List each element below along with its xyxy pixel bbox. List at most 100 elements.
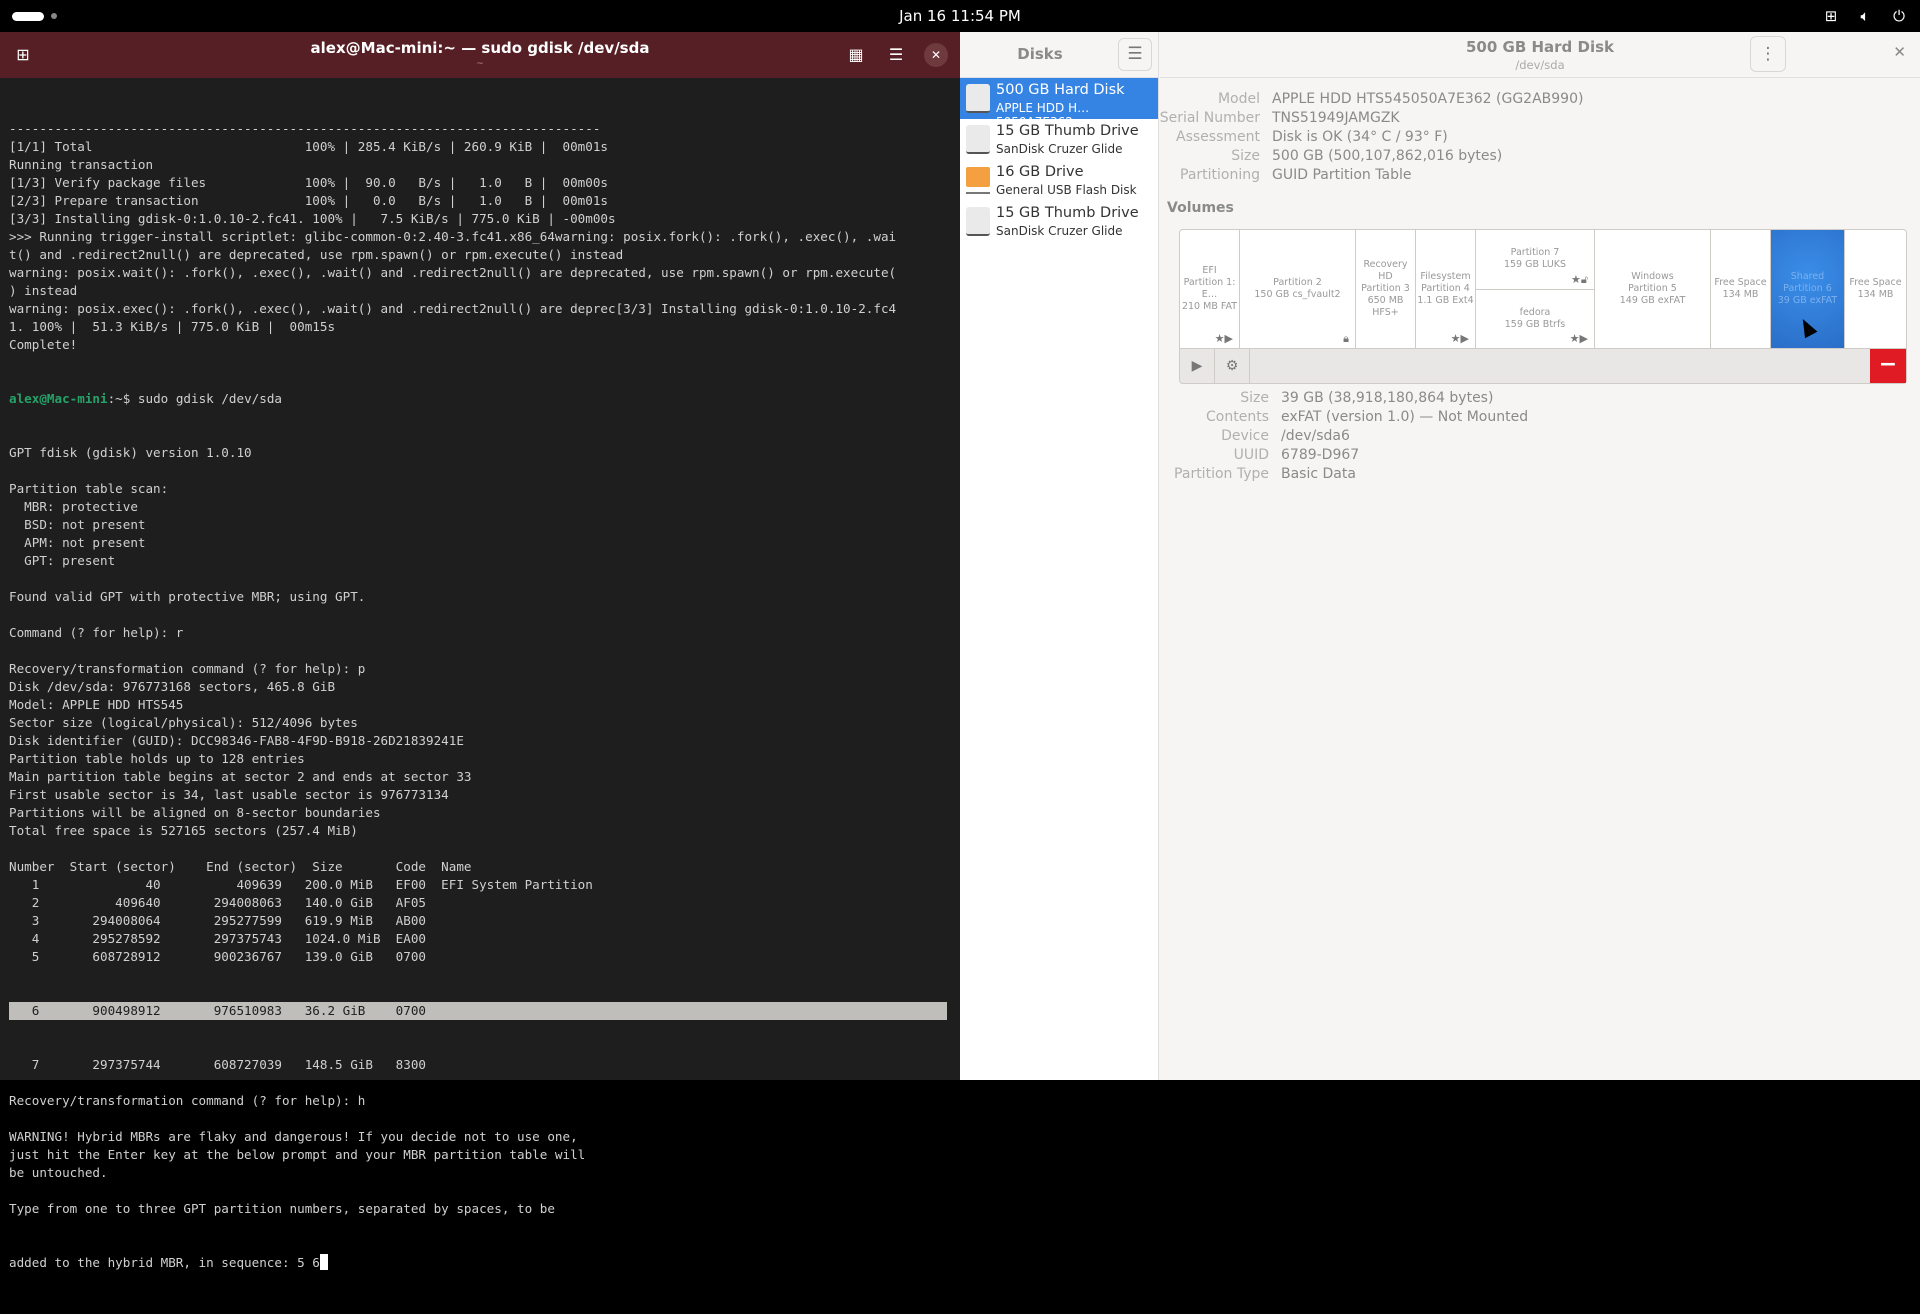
volume-partition-3[interactable]: Recovery HD Partition 3 650 MB HFS+ (1356, 230, 1416, 348)
volume-label-line: Free Space (1714, 277, 1767, 288)
clock[interactable]: Jan 16 11:54 PM (0, 0, 1920, 32)
terminal-line: Sector size (logical/physical): 512/4096… (9, 715, 358, 730)
info-value: Basic Data (1281, 466, 1356, 482)
terminal-line: 7 297375744 608727039 148.5 GiB 8300 (9, 1057, 442, 1072)
menu-icon[interactable]: ☰ (882, 41, 910, 69)
drive-item[interactable]: 15 GB Thumb Drive SanDisk Cruzer Glide (960, 119, 1158, 160)
volume-label-line: EFI (1202, 265, 1217, 276)
volume-label: Partition 2 150 GB cs_fvault2 (1240, 277, 1355, 301)
volume-free-space-2[interactable]: Free Space 134 MB (1845, 230, 1906, 348)
volume-label: fedora 159 GB Btrfs (1476, 307, 1594, 331)
prompt-line: alex@Mac-mini:~$ sudo gdisk /dev/sda (9, 390, 951, 408)
terminal-line: >>> Running trigger-install scriptlet: g… (9, 229, 897, 244)
volume-label-line: 150 GB cs_fvault2 (1254, 289, 1341, 300)
terminal-line: 4 295278592 297375743 1024.0 MiB EA00 (9, 931, 442, 946)
star-play-icon: ★▶ (1450, 332, 1469, 345)
info-key: Partitioning (1180, 167, 1260, 183)
drive-model: General USB Flash Disk (996, 183, 1137, 197)
drive-item[interactable]: 15 GB Thumb Drive SanDisk Cruzer Glide (960, 201, 1158, 242)
drive-name: 15 GB Thumb Drive (996, 205, 1139, 221)
volume-info-row: UUID 6789-D967 (1170, 447, 1360, 463)
volume-label-line: 210 MB FAT (1181, 301, 1238, 312)
close-icon[interactable]: ✕ (924, 43, 948, 67)
star-unlock-icon: ★🔓︎ (1571, 272, 1588, 286)
highlighted-partition-row: 6 900498912 976510983 36.2 GiB 0700 (9, 1002, 947, 1020)
terminal-line: BSD: not present (9, 517, 146, 532)
volume-info-row: Device/dev/sda6 (1170, 428, 1350, 444)
volume-label-line: 134 MB (1857, 289, 1894, 300)
info-key: Device (1221, 428, 1269, 444)
info-key: Assessment (1176, 129, 1260, 145)
terminal-subtitle: ~ (476, 59, 484, 69)
terminal-line: Main partition table begins at sector 2 … (9, 769, 472, 784)
volume-partition-2[interactable]: Partition 2 150 GB cs_fvault2 🔒︎ (1240, 230, 1356, 348)
volume-efi[interactable]: EFI Partition 1: E… 210 MB FAT ★▶ (1180, 230, 1240, 348)
input-line[interactable]: added to the hybrid MBR, in sequence: 5 … (9, 1254, 951, 1272)
info-value: 6789-D967 (1281, 447, 1360, 463)
info-value: /dev/sda6 (1281, 428, 1350, 444)
drive-item[interactable]: 16 GB Drive General USB Flash Disk (960, 160, 1158, 201)
delete-partition-button[interactable]: − (1870, 349, 1906, 383)
sidebar-header: Disks ☰ (960, 32, 1158, 78)
volume-label-line: 1.1 GB Ext4 (1417, 295, 1474, 306)
disk-menu-button[interactable]: ⋮ (1750, 36, 1786, 72)
info-value: 500 GB (500,107,862,016 bytes) (1272, 148, 1503, 164)
terminal-line: First usable sector is 34, last usable s… (9, 787, 449, 802)
terminal-output[interactable]: ----------------------------------------… (0, 78, 960, 1314)
info-value: exFAT (version 1.0) — Not Mounted (1281, 409, 1529, 425)
terminal-line: [3/3] Installing gdisk-0:1.0.10-2.fc41. … (9, 211, 616, 226)
settings-gear-icon[interactable]: ⚙ (1215, 349, 1250, 383)
terminal-line: Running transaction (9, 157, 154, 172)
volume-free-space-1[interactable]: Free Space 134 MB (1711, 230, 1771, 348)
hdd-icon (966, 125, 990, 154)
volume-label-line: Recovery HD (1363, 259, 1408, 282)
drive-item[interactable]: 500 GB Hard Disk APPLE HDD H…5050A7E362 (960, 78, 1158, 129)
volumes-label: Volumes (1167, 200, 1234, 216)
disk-info-row: Partitioning GUID Partition Table (1150, 167, 1411, 183)
volume-label-line: 650 MB HFS+ (1367, 295, 1404, 318)
prompt-user: alex@Mac-mini (9, 391, 108, 406)
tab-overview-icon[interactable]: ▦ (842, 41, 870, 69)
terminal-line: Partitions will be aligned on 8-sector b… (9, 805, 381, 820)
disk-info-row: Model APPLE HDD HTS545050A7E362 (GG2AB990… (1150, 91, 1584, 107)
close-icon[interactable]: ✕ (1893, 43, 1906, 61)
terminal-line: Disk /dev/sda: 976773168 sectors, 465.8 … (9, 679, 336, 694)
terminal-line: 1 40 409639 200.0 MiB EF00 EFI System Pa… (9, 877, 593, 892)
volume-label-line: Partition 7 (1510, 247, 1560, 259)
info-key: Partition Type (1174, 466, 1269, 482)
hdd-icon (966, 84, 990, 113)
info-key: Size (1240, 390, 1269, 406)
drive-sidebar: Disks ☰ 500 GB Hard Disk APPLE HDD H…5050… (960, 32, 1159, 1080)
volume-label: Free Space 134 MB (1711, 277, 1770, 301)
volume-label-line: Partition 4 (1421, 283, 1470, 294)
mount-play-icon[interactable]: ▶ (1180, 349, 1215, 383)
info-value: TNS51949JAMGZK (1272, 110, 1400, 126)
hdd-icon (966, 207, 990, 236)
volume-label-line: Windows (1631, 271, 1674, 282)
drive-name: 16 GB Drive (996, 164, 1084, 180)
volume-toolbar: ▶ ⚙ − (1179, 349, 1907, 384)
drive-model: SanDisk Cruzer Glide (996, 224, 1123, 238)
volume-fedora[interactable]: fedora 159 GB Btrfs ★▶ (1476, 290, 1594, 349)
input-text: added to the hybrid MBR, in sequence: 5 … (9, 1255, 320, 1270)
disk-info-row: Assessment Disk is OK (34° C / 93° F) (1150, 129, 1448, 145)
terminal-line: Command (? for help): r (9, 625, 184, 640)
volume-partition-5[interactable]: Windows Partition 5 149 GB exFAT (1595, 230, 1711, 348)
hamburger-menu-button[interactable]: ☰ (1118, 38, 1152, 71)
disk-info-row: Serial Number TNS51949JAMGZK (1150, 110, 1400, 126)
volume-label-line: 39 GB exFAT (1777, 295, 1838, 306)
volume-label-line: Partition 1: E… (1183, 277, 1236, 300)
volume-label: EFI Partition 1: E… 210 MB FAT (1180, 265, 1239, 313)
volume-partition-4[interactable]: Filesystem Partition 4 1.1 GB Ext4 ★▶ (1416, 230, 1476, 348)
volume-icon: 🔈︎ (1860, 7, 1870, 25)
volume-partition-7[interactable]: Partition 7 159 GB LUKS ★🔓︎ (1476, 230, 1594, 290)
system-tray[interactable]: ⊞ 🔈︎ ⏻ (1822, 0, 1908, 32)
terminal-line: Recovery/transformation command (? for h… (9, 661, 366, 676)
terminal-line: Found valid GPT with protective MBR; usi… (9, 589, 366, 604)
volume-label-line: fedora (1519, 306, 1551, 318)
